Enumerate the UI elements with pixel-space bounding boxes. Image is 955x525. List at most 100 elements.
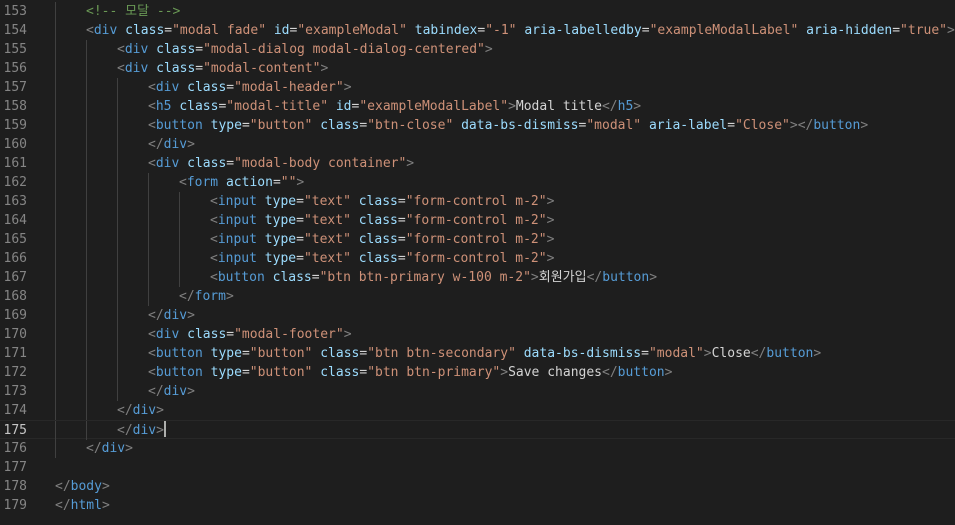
code-line[interactable]: 170 <div class="modal-footer"> xyxy=(0,325,955,344)
code-line[interactable]: 165 <input type="text" class="form-contro… xyxy=(0,230,955,249)
text-content xyxy=(351,232,359,247)
indent-guide xyxy=(55,306,56,325)
code-line[interactable]: 167 <button class="btn btn-primary w-100 … xyxy=(0,268,955,287)
code-line[interactable]: 161 <div class="modal-body container"> xyxy=(0,154,955,173)
code-line[interactable]: 163 <input type="text" class="form-contro… xyxy=(0,192,955,211)
tag-bracket: < xyxy=(148,118,156,133)
line-number: 175 xyxy=(3,423,27,438)
text-content xyxy=(179,327,187,342)
indent-guide xyxy=(86,249,87,268)
line-number: 172 xyxy=(3,365,27,380)
tag-name: button xyxy=(813,118,861,133)
indent-guide xyxy=(86,287,87,306)
code-line[interactable]: 154 <div class="modal fade" id="exampleMo… xyxy=(0,21,955,40)
code-line[interactable]: 159 <button type="button" class="btn-clos… xyxy=(0,116,955,135)
text-content xyxy=(179,156,187,171)
code-line[interactable]: 172 <button type="button" class="btn btn-… xyxy=(0,363,955,382)
text-content: Close xyxy=(711,346,751,361)
indent-guide xyxy=(179,211,180,230)
code-text: </body> xyxy=(55,477,110,496)
tag-name: button xyxy=(217,270,265,285)
tag-name: div xyxy=(163,308,188,323)
attribute-value: "modal-title" xyxy=(226,99,329,114)
tag-bracket: < xyxy=(117,42,125,57)
indent-guide xyxy=(148,192,149,211)
code-line[interactable]: 153 <!-- 모달 --> xyxy=(0,2,955,21)
tag-name: button xyxy=(155,346,203,361)
indent-guide xyxy=(55,363,56,382)
tag-bracket: </ xyxy=(86,441,102,456)
code-text: <div class="modal-body container"> xyxy=(148,154,414,173)
code-line[interactable]: 168 </form> xyxy=(0,287,955,306)
attribute-value: "form-control m-2" xyxy=(405,194,547,209)
code-line[interactable]: 175 </div> xyxy=(0,420,955,440)
indent-guide xyxy=(148,287,149,306)
attribute-value: "" xyxy=(280,175,297,190)
attribute-name: class xyxy=(272,270,312,285)
tag-bracket: < xyxy=(148,365,156,380)
attribute-value: "btn btn-primary" xyxy=(367,365,501,380)
line-number: 160 xyxy=(3,137,27,152)
code-line[interactable]: 176 </div> xyxy=(0,439,955,458)
indent-guide xyxy=(55,59,56,78)
code-line[interactable]: 160 </div> xyxy=(0,135,955,154)
attribute-value: "modal-content" xyxy=(203,61,321,76)
code-line[interactable]: 166 <input type="text" class="form-contro… xyxy=(0,249,955,268)
line-number: 174 xyxy=(3,403,27,418)
text-content xyxy=(218,175,226,190)
tag-bracket: > xyxy=(187,308,195,323)
code-line[interactable]: 156 <div class="modal-content"> xyxy=(0,59,955,78)
attribute-name: type xyxy=(264,232,297,247)
attribute-value: "modal-header" xyxy=(234,80,344,95)
indent-guide xyxy=(55,401,56,420)
line-number: 169 xyxy=(3,308,27,323)
attribute-name: aria-hidden xyxy=(806,23,893,38)
code-line[interactable]: 179 </html> xyxy=(0,496,955,515)
tag-name: div xyxy=(155,80,180,95)
code-line[interactable]: 171 <button type="button" class="btn btn-… xyxy=(0,344,955,363)
equals-sign: = xyxy=(241,118,250,133)
code-editor[interactable]: 153 <!-- 모달 --> 154 <div class="modal fade"… xyxy=(0,0,955,525)
code-line[interactable]: 164 <input type="text" class="form-contro… xyxy=(0,211,955,230)
attribute-name: type xyxy=(210,346,242,361)
line-number: 154 xyxy=(3,23,27,38)
text-content xyxy=(351,194,359,209)
code-line[interactable]: 173 </div> xyxy=(0,382,955,401)
indent-guide xyxy=(55,21,56,40)
equals-sign: = xyxy=(195,61,204,76)
code-line[interactable]: 177 xyxy=(0,458,955,477)
tag-bracket: > xyxy=(546,232,555,247)
code-line[interactable]: 157 <div class="modal-header"> xyxy=(0,78,955,97)
indent-guide xyxy=(86,97,87,116)
code-line[interactable]: 174 </div> xyxy=(0,401,955,420)
tag-bracket: </ xyxy=(117,403,133,418)
code-line[interactable]: 169 </div> xyxy=(0,306,955,325)
tag-bracket: < xyxy=(210,251,218,266)
equals-sign: = xyxy=(727,118,736,133)
indent-guide xyxy=(86,306,87,325)
attribute-value: "btn-close" xyxy=(367,118,454,133)
indent-guide xyxy=(55,173,56,192)
tag-bracket: </ xyxy=(148,137,164,152)
code-line[interactable]: 162 <form action=""> xyxy=(0,173,955,192)
text-content xyxy=(453,118,461,133)
tag-bracket: > xyxy=(703,346,712,361)
tag-name: div xyxy=(155,156,180,171)
text-content xyxy=(265,270,273,285)
attribute-value: "text" xyxy=(303,232,351,247)
line-number: 171 xyxy=(3,346,27,361)
indent-guide xyxy=(117,287,118,306)
code-line[interactable]: 178 </body> xyxy=(0,477,955,496)
indent-guide xyxy=(117,173,118,192)
indent-guide xyxy=(117,116,118,135)
equals-sign: = xyxy=(359,118,368,133)
attribute-name: class xyxy=(320,365,360,380)
code-line[interactable]: 158 <h5 class="modal-title" id="exampleMo… xyxy=(0,97,955,116)
code-line[interactable]: 155 <div class="modal-dialog modal-dialog… xyxy=(0,40,955,59)
attribute-name: class xyxy=(187,80,227,95)
code-text: </div> xyxy=(148,382,195,401)
indent-guide xyxy=(148,230,149,249)
indent-guide xyxy=(86,116,87,135)
equals-sign: = xyxy=(241,365,250,380)
code-text: <div class="modal-content"> xyxy=(117,59,328,78)
